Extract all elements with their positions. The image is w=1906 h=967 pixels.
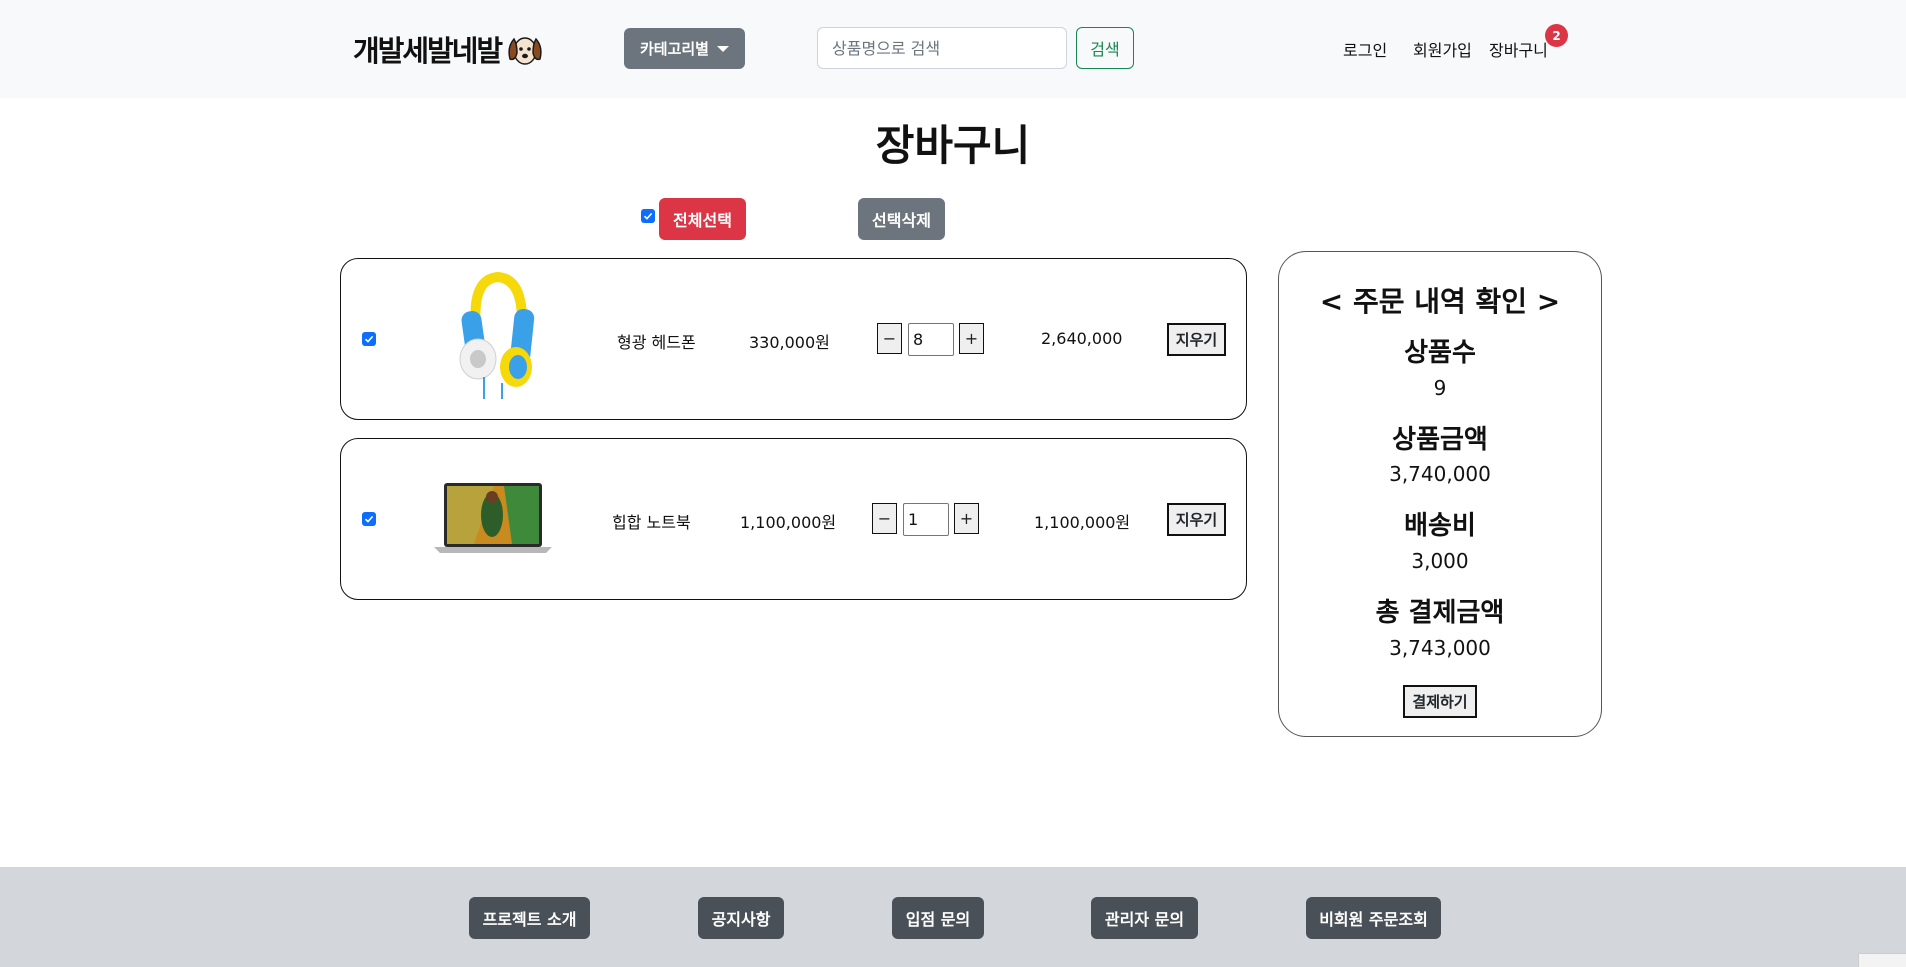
item-count-value: 9 bbox=[1433, 376, 1447, 400]
remove-item-button[interactable]: 지우기 bbox=[1167, 503, 1226, 536]
delete-selected-button[interactable]: 선택삭제 bbox=[858, 198, 945, 240]
search-button[interactable]: 검색 bbox=[1076, 27, 1134, 69]
corner-tab[interactable] bbox=[1858, 953, 1906, 967]
caret-down-icon bbox=[717, 45, 729, 52]
quantity-input[interactable] bbox=[908, 323, 954, 356]
search-input[interactable] bbox=[817, 27, 1067, 69]
checkout-button[interactable]: 결제하기 bbox=[1403, 685, 1477, 718]
checkmark-icon bbox=[364, 335, 374, 343]
cart-item: 형광 헤드폰 330,000원 − + 2,640,000 지우기 bbox=[340, 258, 1247, 420]
dog-icon bbox=[508, 37, 542, 65]
item-count-label: 상품수 bbox=[1404, 338, 1476, 368]
shipping-label: 배송비 bbox=[1404, 511, 1476, 541]
checkmark-icon bbox=[364, 515, 374, 523]
cart-item: 힙합 노트북 1,100,000원 − + 1,100,000원 지우기 bbox=[340, 438, 1247, 600]
checkmark-icon bbox=[643, 212, 653, 220]
item-name: 힙합 노트북 bbox=[612, 513, 691, 532]
quantity-decrease-button[interactable]: − bbox=[872, 503, 897, 534]
footer-store-inquiry-button[interactable]: 입점 문의 bbox=[892, 897, 984, 939]
footer-guest-order-lookup-button[interactable]: 비회원 주문조회 bbox=[1306, 897, 1441, 939]
select-all-button[interactable]: 전체선택 bbox=[659, 198, 746, 240]
quantity-input[interactable] bbox=[903, 503, 949, 536]
total-label: 총 결제금액 bbox=[1375, 598, 1505, 628]
cart-link[interactable]: 장바구니 bbox=[1489, 37, 1548, 61]
quantity-increase-button[interactable]: + bbox=[954, 503, 979, 534]
remove-item-button[interactable]: 지우기 bbox=[1167, 323, 1226, 356]
login-link[interactable]: 로그인 bbox=[1343, 37, 1387, 61]
quantity-decrease-button[interactable]: − bbox=[877, 323, 902, 354]
item-price: 1,100,000원 bbox=[740, 513, 837, 532]
item-total: 1,100,000원 bbox=[1034, 513, 1131, 532]
logo-text: 개발세발네발 bbox=[353, 34, 503, 68]
laptop-image bbox=[434, 483, 552, 553]
item-checkbox[interactable] bbox=[362, 512, 376, 526]
footer-admin-inquiry-button[interactable]: 관리자 문의 bbox=[1091, 897, 1198, 939]
item-total: 2,640,000 bbox=[1041, 329, 1123, 348]
footer: 프로젝트 소개 공지사항 입점 문의 관리자 문의 비회원 주문조회 bbox=[0, 867, 1906, 967]
item-name: 형광 헤드폰 bbox=[617, 333, 696, 352]
item-price: 330,000원 bbox=[749, 333, 830, 352]
page-title: 장바구니 bbox=[875, 121, 1031, 170]
cart-count-badge: 2 bbox=[1545, 24, 1568, 47]
summary-title: < 주문 내역 확인 > bbox=[1319, 285, 1561, 318]
logo[interactable]: 개발세발네발 bbox=[353, 28, 545, 70]
signup-link[interactable]: 회원가입 bbox=[1413, 37, 1472, 61]
item-amount-value: 3,740,000 bbox=[1389, 462, 1491, 486]
footer-notice-button[interactable]: 공지사항 bbox=[698, 897, 784, 939]
footer-project-intro-button[interactable]: 프로젝트 소개 bbox=[469, 897, 590, 939]
quantity-increase-button[interactable]: + bbox=[959, 323, 984, 354]
headphones-image bbox=[459, 271, 535, 399]
total-value: 3,743,000 bbox=[1389, 636, 1491, 660]
navbar: 개발세발네발 카테고리별 검색 로그인 회원가입 장바구니 2 bbox=[0, 0, 1906, 98]
category-dropdown-label: 카테고리별 bbox=[639, 40, 709, 58]
item-checkbox[interactable] bbox=[362, 332, 376, 346]
order-summary-panel: < 주문 내역 확인 > 상품수 9 상품금액 3,740,000 배송비 3,… bbox=[1278, 251, 1602, 737]
item-amount-label: 상품금액 bbox=[1392, 425, 1488, 455]
shipping-value: 3,000 bbox=[1411, 549, 1469, 573]
category-dropdown-button[interactable]: 카테고리별 bbox=[624, 28, 745, 69]
select-all-checkbox[interactable] bbox=[641, 209, 655, 223]
